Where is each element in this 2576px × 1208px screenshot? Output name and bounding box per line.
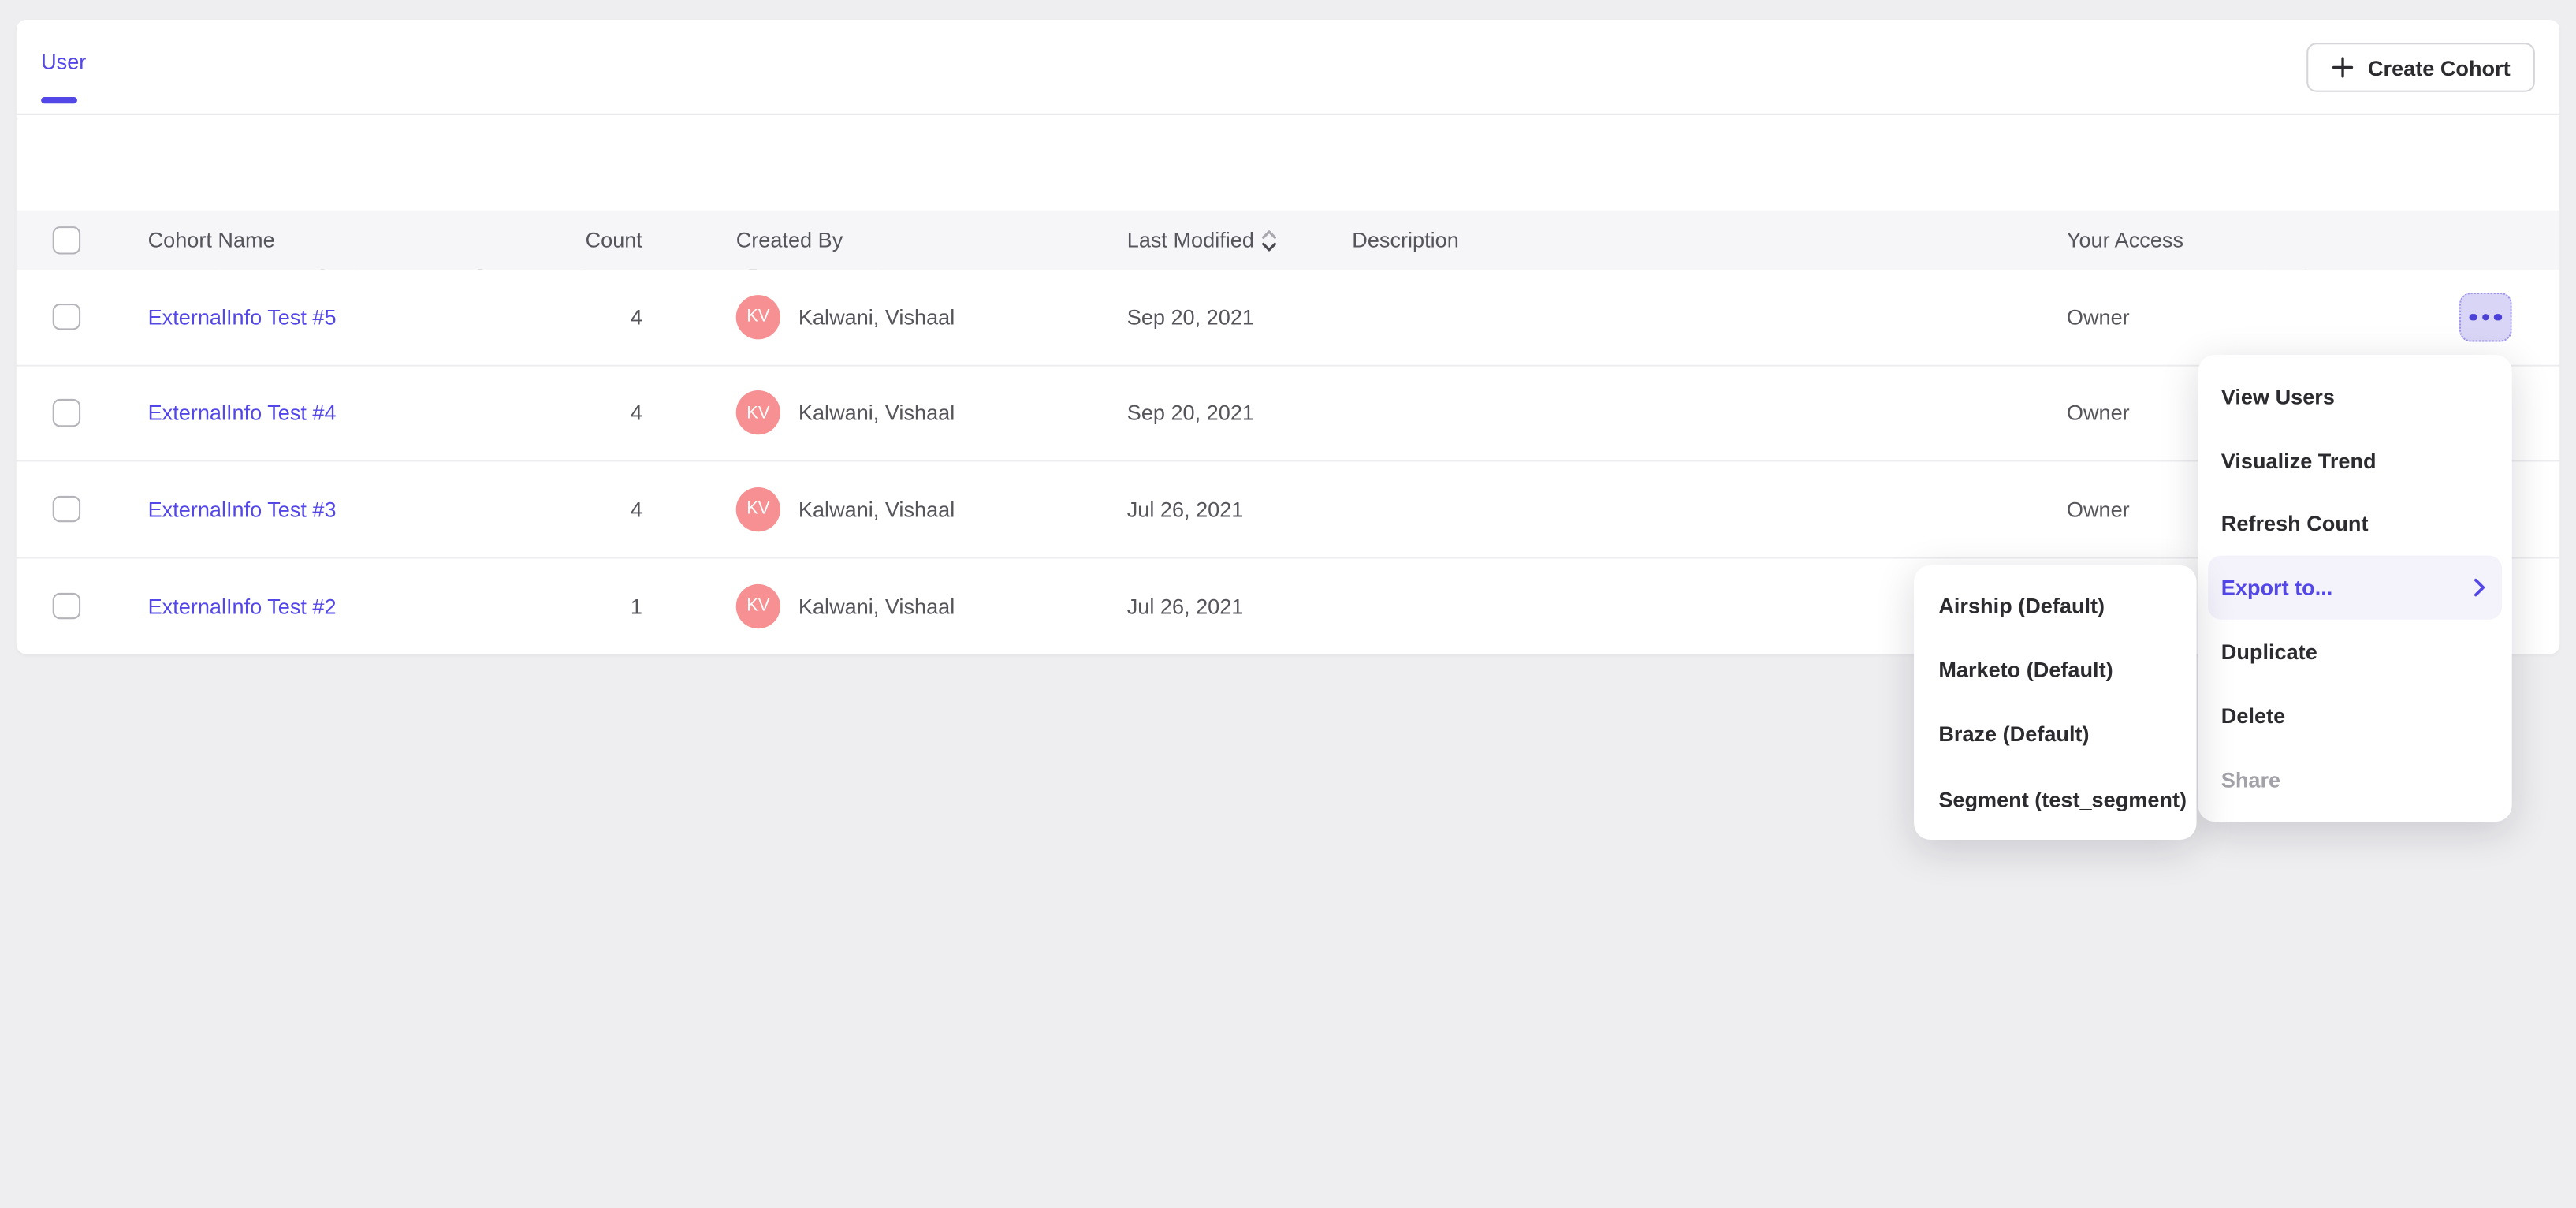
access-level: Owner (2067, 304, 2130, 329)
column-header-count[interactable]: Count (509, 228, 642, 252)
create-cohort-label: Create Cohort (2368, 55, 2511, 80)
tab-user[interactable]: User (41, 50, 86, 74)
plus-icon (2332, 56, 2355, 79)
cohorts-panel: User Create Cohort 4 Results Filter by C… (17, 20, 2559, 654)
access-level: Owner (2067, 401, 2130, 425)
last-modified-label: Last Modified (1127, 228, 1254, 252)
avatar: KV (736, 391, 780, 435)
menu-item-view-users[interactable]: View Users (2208, 365, 2502, 429)
column-header-created-by[interactable]: Created By (736, 228, 843, 252)
created-by-name: Kalwani, Vishaal (798, 594, 955, 618)
active-tab-indicator (41, 97, 77, 103)
chevron-right-icon (2474, 579, 2486, 597)
cohort-name-link[interactable]: ExternalInfo Test #5 (148, 304, 337, 329)
created-by-name: Kalwani, Vishaal (798, 497, 955, 521)
created-by-name: Kalwani, Vishaal (798, 304, 955, 329)
cohort-name-link[interactable]: ExternalInfo Test #3 (148, 497, 337, 521)
select-all-checkbox[interactable] (53, 226, 80, 253)
cohort-count: 4 (509, 401, 642, 425)
toolbar: 4 Results Filter by Created By You All A… (17, 115, 2559, 211)
avatar: KV (736, 487, 780, 531)
column-header-last-modified[interactable]: Last Modified (1127, 228, 1277, 252)
cohort-count: 1 (509, 594, 642, 618)
avatar: KV (736, 583, 780, 628)
menu-item-delete[interactable]: Delete (2208, 684, 2502, 748)
row-actions-button[interactable] (2459, 292, 2512, 341)
last-modified-date: Sep 20, 2021 (1127, 401, 1254, 425)
cohort-count: 4 (509, 497, 642, 521)
avatar: KV (736, 295, 780, 339)
column-header-description[interactable]: Description (1352, 228, 1459, 252)
export-to-label: Export to... (2221, 576, 2332, 600)
export-submenu: Airship (Default) Marketo (Default) Braz… (1914, 565, 2196, 840)
cohort-name-link[interactable]: ExternalInfo Test #4 (148, 401, 337, 425)
row-checkbox[interactable] (53, 399, 80, 426)
last-modified-date: Jul 26, 2021 (1127, 594, 1244, 618)
table-header-row: Cohort Name Count Created By Last Modifi… (17, 211, 2559, 270)
column-header-your-access[interactable]: Your Access (2067, 228, 2183, 252)
tab-strip: User Create Cohort (17, 20, 2559, 114)
access-level: Owner (2067, 497, 2130, 521)
menu-item-visualize-trend[interactable]: Visualize Trend (2208, 429, 2502, 493)
create-cohort-button[interactable]: Create Cohort (2307, 43, 2535, 92)
table-row: ExternalInfo Test #5 4 KV Kalwani, Visha… (17, 270, 2559, 366)
row-checkbox[interactable] (53, 592, 80, 619)
row-checkbox[interactable] (53, 495, 80, 522)
menu-item-duplicate[interactable]: Duplicate (2208, 620, 2502, 684)
row-actions-menu: View Users Visualize Trend Refresh Count… (2198, 355, 2512, 822)
last-modified-date: Jul 26, 2021 (1127, 497, 1244, 521)
cohorts-page: User Create Cohort 4 Results Filter by C… (0, 0, 2576, 1208)
submenu-item-braze[interactable]: Braze (Default) (1914, 703, 2196, 767)
table-row: ExternalInfo Test #3 4 KV Kalwani, Visha… (17, 462, 2559, 558)
cohort-count: 4 (509, 304, 642, 329)
menu-item-share: Share (2208, 748, 2502, 811)
sort-icon (1262, 229, 1277, 252)
table-row: ExternalInfo Test #4 4 KV Kalwani, Visha… (17, 366, 2559, 462)
cohort-name-link[interactable]: ExternalInfo Test #2 (148, 594, 337, 618)
submenu-item-segment[interactable]: Segment (test_segment) (1914, 766, 2196, 831)
menu-item-export-to[interactable]: Export to... (2208, 556, 2502, 620)
created-by-name: Kalwani, Vishaal (798, 401, 955, 425)
menu-item-refresh-count[interactable]: Refresh Count (2208, 492, 2502, 556)
submenu-item-airship[interactable]: Airship (Default) (1914, 573, 2196, 638)
last-modified-date: Sep 20, 2021 (1127, 304, 1254, 329)
submenu-item-marketo[interactable]: Marketo (Default) (1914, 638, 2196, 703)
column-header-cohort-name[interactable]: Cohort Name (148, 228, 275, 252)
row-checkbox[interactable] (53, 304, 80, 330)
